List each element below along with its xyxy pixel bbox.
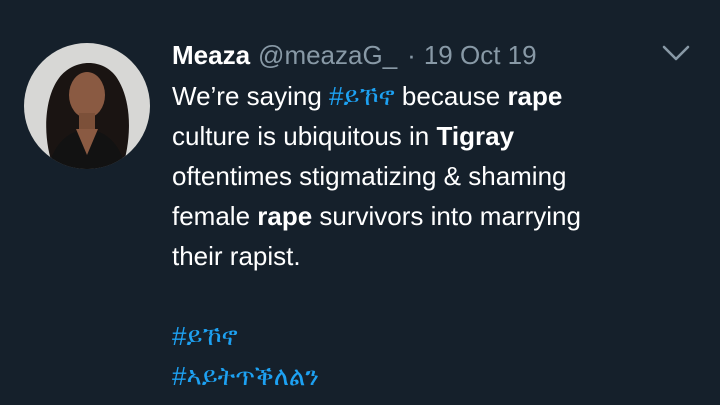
display-name[interactable]: Meaza [172,40,250,70]
bold-text: rape [507,81,563,111]
text-fragment: culture is ubiquitous in [172,121,437,151]
tweet-text-line: oftentimes stigmatizing & shaming [172,161,567,191]
text-fragment: survivors into marrying [312,201,581,231]
tweet-date[interactable]: 19 Oct 19 [424,40,537,70]
bold-text: rape [257,201,313,231]
hashtag-link[interactable]: #ይኾኖ [329,81,395,111]
tweet-text-line: We’re saying #ይኾኖ because rape [172,76,702,116]
tweet-text-line: their rapist. [172,241,301,271]
tweet-text-line: culture is ubiquitous in Tigray [172,116,702,156]
tweet-text-line: female rape survivors into marrying [172,196,702,236]
tweet-header: Meaza @meazaG_ · 19 Oct 19 [172,40,537,70]
user-handle[interactable]: @meazaG_ [258,40,397,70]
hashtag-link[interactable]: #ይኾኖ [172,316,702,356]
separator-dot: · [407,40,416,70]
avatar[interactable] [24,43,150,169]
text-fragment: We’re saying [172,81,330,111]
tweet-text: We’re saying #ይኾኖ because rape culture i… [172,76,702,396]
chevron-down-icon[interactable] [660,42,692,64]
tweet-card[interactable]: Meaza @meazaG_ · 19 Oct 19 We’re saying … [0,0,720,405]
avatar-image [24,43,150,169]
bold-text: Tigray [436,121,515,151]
text-fragment: female [172,201,258,231]
hashtag-link[interactable]: #ኣይትጥቕለልን [172,356,702,396]
text-fragment: because [394,81,508,111]
